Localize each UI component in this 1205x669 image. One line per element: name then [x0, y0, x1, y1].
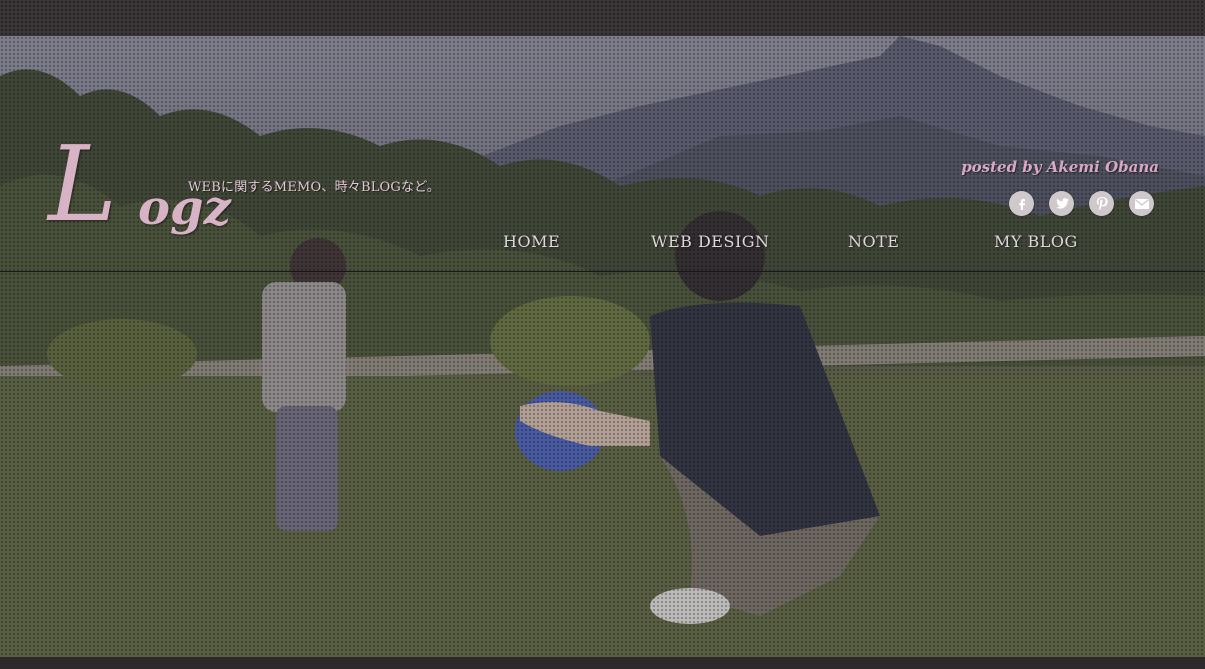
nav-web-design[interactable]: WEB DESIGN: [651, 232, 770, 251]
logo-initial: L: [48, 123, 118, 245]
header-divider: [0, 271, 1205, 272]
twitter-icon: [1055, 197, 1069, 209]
nav-note[interactable]: NOTE: [848, 232, 899, 251]
mail-icon: [1134, 198, 1149, 209]
mail-button[interactable]: [1129, 191, 1154, 216]
facebook-button[interactable]: [1009, 191, 1034, 216]
pinterest-icon: [1096, 196, 1108, 210]
pinterest-button[interactable]: [1089, 191, 1114, 216]
site-logo[interactable]: L ogz: [48, 132, 248, 246]
nav-my-blog[interactable]: MY BLOG: [994, 232, 1078, 251]
site-tagline: WEBに関するMEMO、時々BLOGなど。: [188, 180, 440, 195]
top-bar: [0, 0, 1205, 36]
facebook-icon: [1018, 198, 1025, 210]
twitter-button[interactable]: [1049, 191, 1074, 216]
main-navigation: HOME WEB DESIGN NOTE MY BLOG: [0, 232, 1205, 256]
posted-by-credit: posted by Akemi Obana: [961, 158, 1159, 176]
bottom-bar: [0, 657, 1205, 669]
social-links: [1009, 191, 1154, 216]
nav-home[interactable]: HOME: [503, 232, 560, 251]
park-scene-illustration: [0, 36, 1205, 657]
hero-photo: [0, 36, 1205, 657]
